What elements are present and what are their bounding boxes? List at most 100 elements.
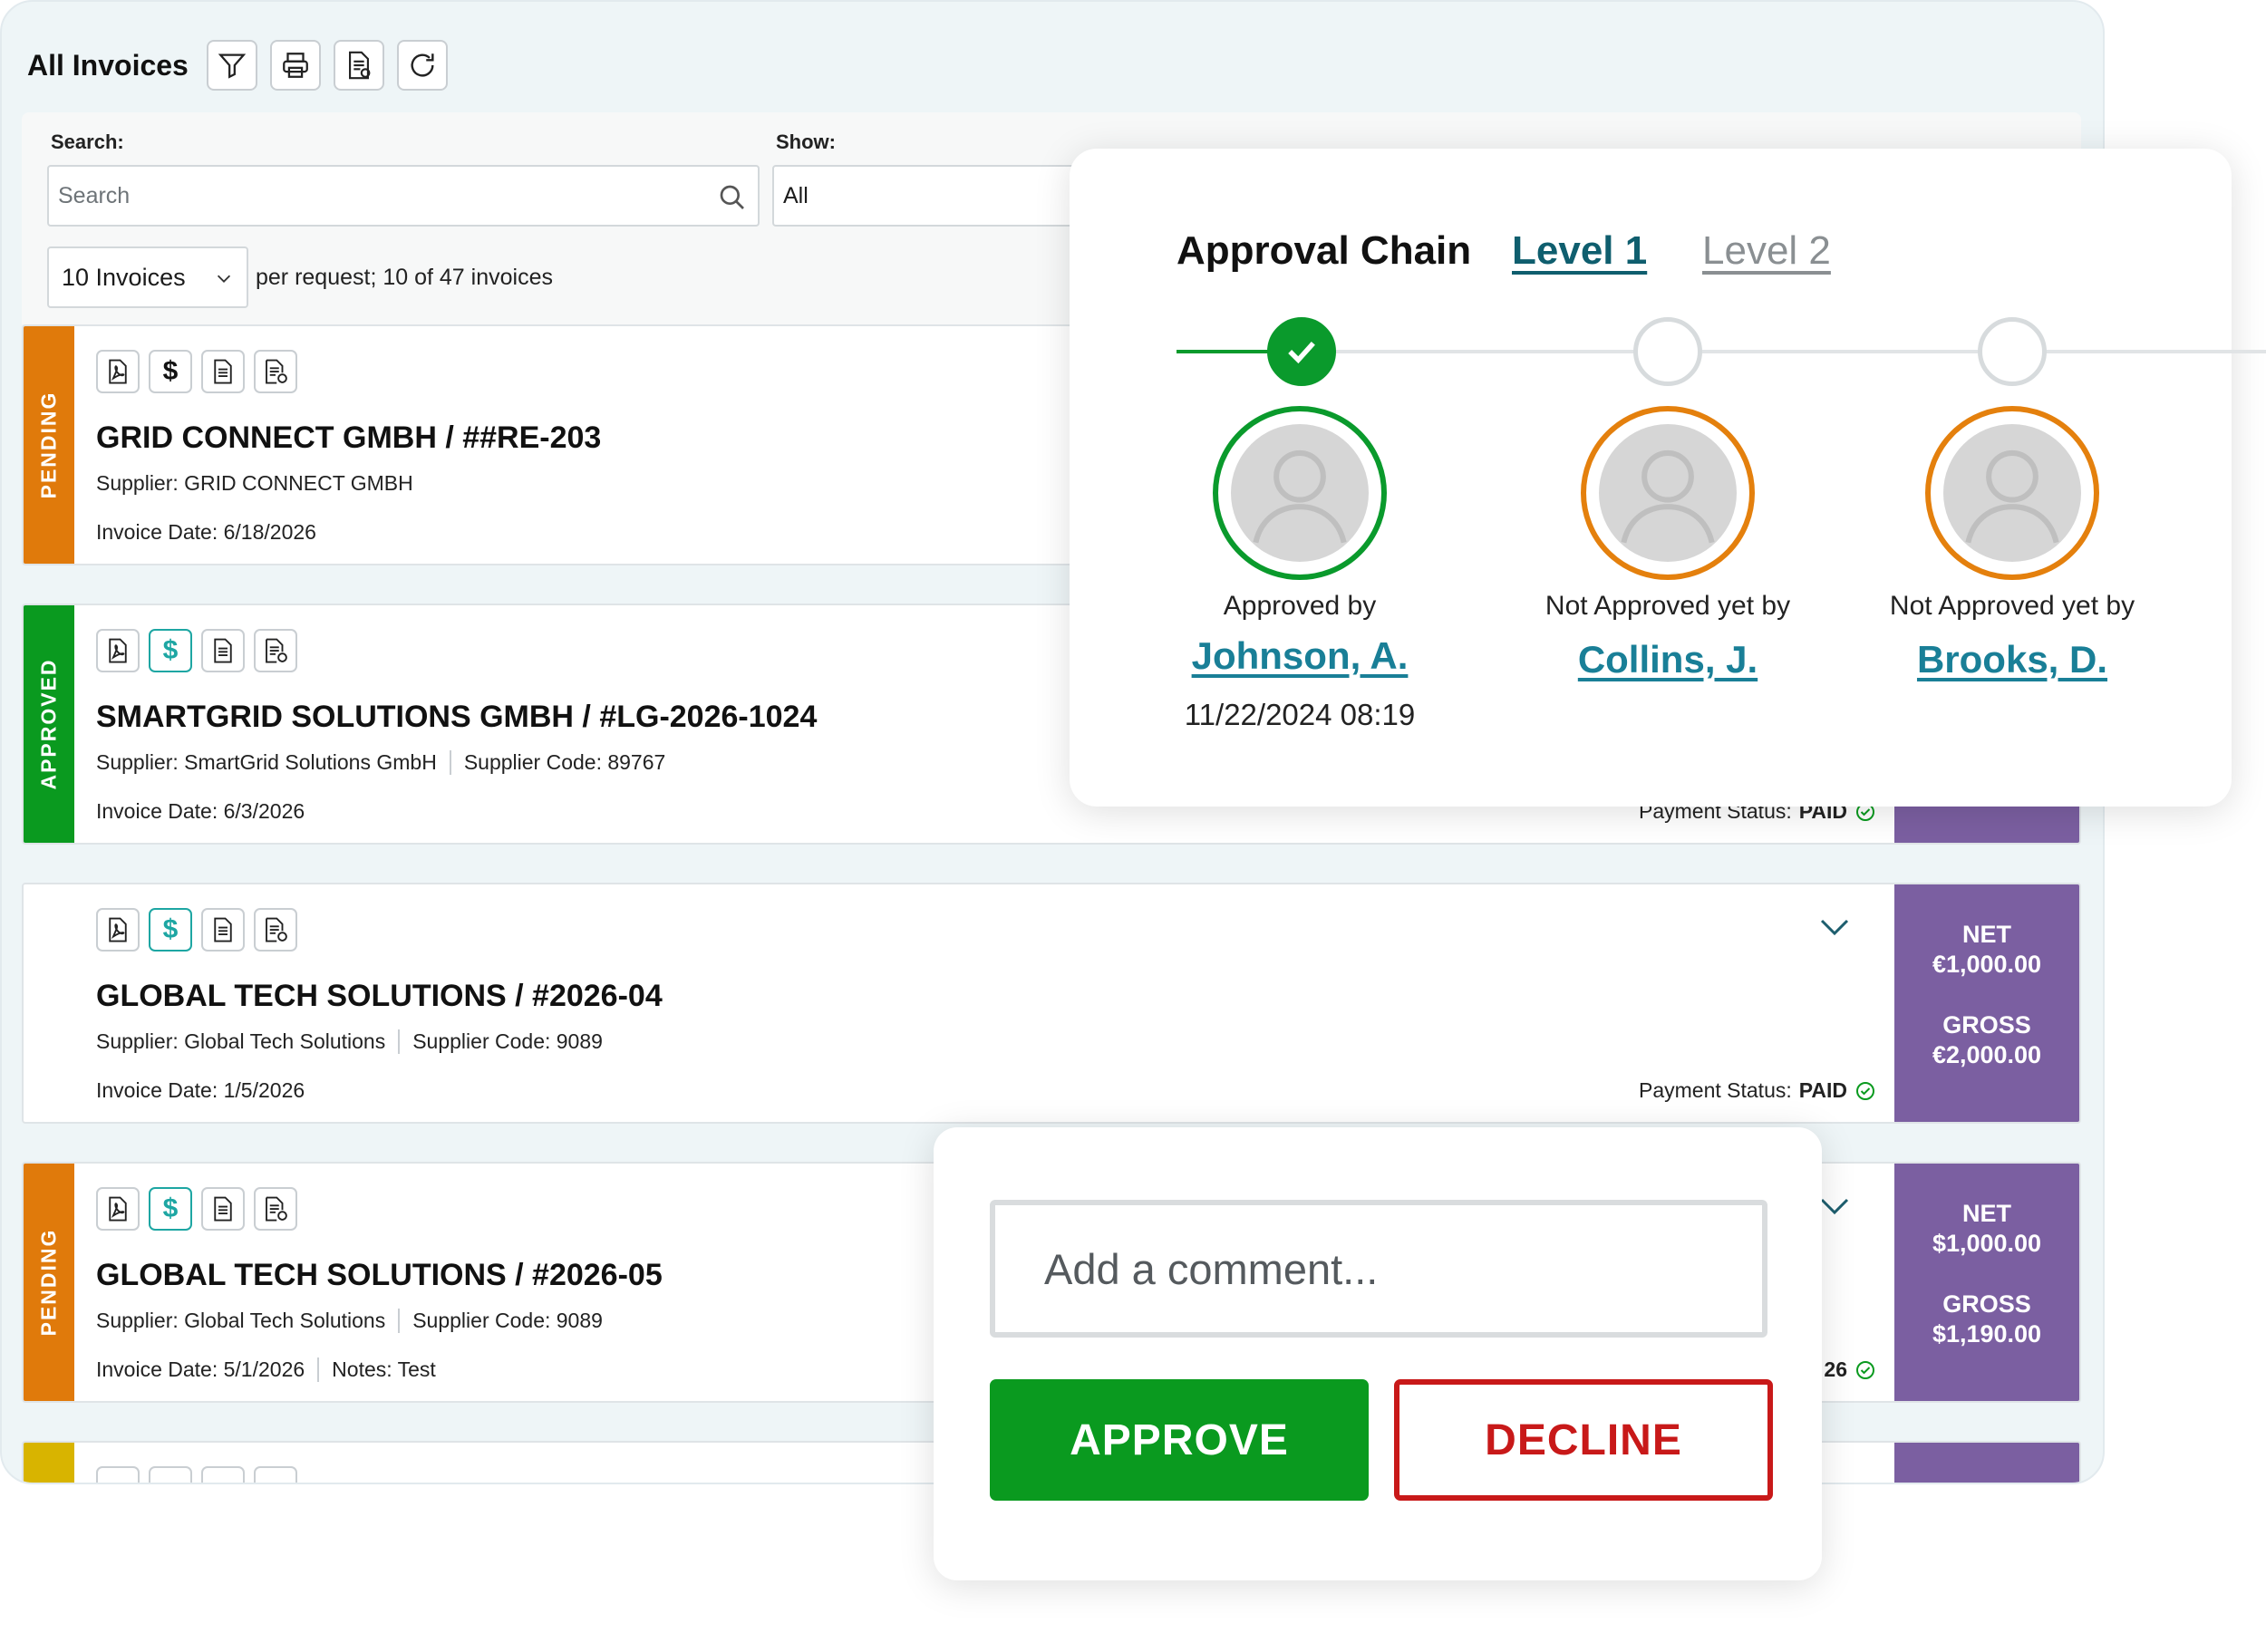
chevron-down-icon[interactable] — [1816, 915, 1853, 941]
user-avatar-icon — [1231, 424, 1369, 562]
invoice-title[interactable]: GLOBAL TECH SOLUTIONS / #2026-04 — [96, 979, 663, 1014]
document-settings-button[interactable] — [254, 1466, 297, 1483]
pdf-button[interactable] — [96, 1466, 140, 1483]
payment-date-partial: 26 — [1824, 1357, 1847, 1381]
supplier-code: Supplier Code: 89767 — [463, 750, 666, 774]
pdf-button[interactable] — [96, 629, 140, 672]
pdf-button[interactable] — [96, 1187, 140, 1231]
approver-name[interactable]: Brooks, D. — [1849, 638, 2175, 681]
per-page-info: per request; 10 of 47 invoices — [256, 265, 553, 290]
search-placeholder: Search — [58, 182, 131, 208]
card-actions: $ — [96, 350, 297, 393]
show-value: All — [783, 182, 809, 208]
per-page-value: 10 Invoices — [62, 263, 186, 291]
payment-value: PAID — [1798, 1078, 1847, 1102]
supplier-code: Supplier Code: 9089 — [412, 1309, 603, 1332]
invoice-title[interactable]: GRID CONNECT GMBH / ##RE-203 — [96, 420, 601, 456]
divider — [398, 1029, 401, 1054]
invoice-date: Invoice Date: 6/18/2026 — [96, 520, 316, 544]
document-button[interactable] — [201, 1466, 245, 1483]
status-bar-pending: PENDING — [24, 326, 74, 564]
refresh-button[interactable] — [396, 40, 448, 91]
document-settings-button[interactable] — [254, 908, 297, 952]
pdf-button[interactable] — [96, 350, 140, 393]
dollar-icon: $ — [162, 1193, 179, 1223]
approver-name[interactable]: Collins, J. — [1505, 638, 1831, 681]
pdf-button[interactable] — [96, 908, 140, 952]
show-label: Show: — [776, 130, 836, 153]
status-bar-pending: PENDING — [24, 1164, 74, 1401]
payment-button[interactable]: $ — [149, 908, 192, 952]
comment-input[interactable]: Add a comment... — [990, 1200, 1767, 1338]
invoice-title[interactable]: GLOBAL TECH SOLUTIONS / #2026-05 — [96, 1258, 663, 1293]
step-dot-pending — [1633, 317, 1702, 386]
search-input[interactable]: Search — [47, 165, 760, 227]
supplier-name: Supplier: SmartGrid Solutions GmbH — [96, 750, 437, 774]
chevron-down-icon[interactable] — [1816, 1194, 1853, 1220]
status-bar-approved: APPROVED — [24, 605, 74, 843]
comment-placeholder: Add a comment... — [1044, 1244, 1379, 1293]
approve-button[interactable]: APPROVE — [990, 1379, 1369, 1501]
dollar-icon: $ — [162, 635, 179, 665]
document-settings-button[interactable] — [254, 629, 297, 672]
payment-button[interactable]: $ — [149, 629, 192, 672]
invoice-title[interactable]: SMARTGRID SOLUTIONS GMBH / #LG-2026-1024 — [96, 700, 817, 735]
divider — [398, 1309, 401, 1333]
net-label: NET — [1962, 921, 2011, 948]
payment-button[interactable]: $ — [149, 350, 192, 393]
invoice-date: Invoice Date: 5/1/2026 — [96, 1357, 305, 1381]
invoice-date-line: Invoice Date: 1/5/2026 — [96, 1078, 305, 1103]
gross-amount: $1,190.00 — [1932, 1320, 2042, 1348]
invoice-card[interactable]: $ GLOBAL TECH SOLUTIONS / #2026-04 Suppl… — [22, 883, 2081, 1124]
tab-level-2[interactable]: Level 2 — [1702, 228, 1831, 274]
invoice-date: Invoice Date: 6/3/2026 — [96, 799, 305, 823]
document-button[interactable] — [201, 629, 245, 672]
pdf-icon — [109, 917, 127, 942]
document-settings-button[interactable] — [254, 350, 297, 393]
per-page-select[interactable]: 10 Invoices — [47, 246, 248, 308]
print-button[interactable] — [269, 40, 321, 91]
avatar-approved — [1213, 406, 1387, 580]
net-amount: $1,000.00 — [1932, 1230, 2042, 1257]
tab-level-1[interactable]: Level 1 — [1512, 228, 1647, 274]
payment-status: Payment Status: PAID — [1639, 1078, 1876, 1103]
approver-name[interactable]: Johnson, A. — [1137, 634, 1463, 678]
step-dot-pending — [1978, 317, 2047, 386]
approval-date: 11/22/2024 08:19 — [1184, 698, 1416, 731]
divider — [317, 1357, 320, 1382]
status-badge: PENDING — [36, 1228, 61, 1337]
supplier-name: Supplier: GRID CONNECT GMBH — [96, 471, 413, 495]
document-button[interactable] — [201, 908, 245, 952]
invoice-date-line: Invoice Date: 6/18/2026 — [96, 520, 316, 545]
step-dot-done — [1267, 317, 1336, 386]
avatar-pending — [1581, 406, 1755, 580]
document-button[interactable] — [201, 350, 245, 393]
invoice-date-line: Invoice Date: 6/3/2026 — [96, 799, 305, 824]
amount-panel: NET €1,000.00 GROSS €2,000.00 — [1894, 884, 2079, 1122]
payment-status: 26 — [1824, 1357, 1876, 1382]
status-badge: PENDING — [36, 391, 61, 499]
filter-button[interactable] — [206, 40, 257, 91]
export-button[interactable] — [333, 40, 384, 91]
supplier-info: Supplier: Global Tech Solutions Supplier… — [96, 1029, 603, 1054]
supplier-info: Supplier: GRID CONNECT GMBH — [96, 471, 413, 496]
net-label: NET — [1962, 1200, 2011, 1227]
status-bar — [24, 1443, 74, 1483]
search-icon — [720, 185, 744, 209]
card-actions: $ — [96, 908, 297, 952]
decision-popup: Add a comment... APPROVE DECLINE — [934, 1127, 1822, 1580]
dollar-icon: $ — [162, 356, 179, 386]
approver-state: Not Approved yet by — [1545, 591, 1791, 621]
supplier-info: Supplier: SmartGrid Solutions GmbH Suppl… — [96, 750, 665, 775]
document-button[interactable] — [201, 1187, 245, 1231]
filter-icon — [218, 53, 247, 79]
payment-button[interactable]: $ — [149, 1187, 192, 1231]
invoice-notes: Notes: Test — [332, 1357, 436, 1381]
decline-button[interactable]: DECLINE — [1394, 1379, 1773, 1501]
check-circle-icon — [1856, 1360, 1874, 1379]
printer-icon — [282, 53, 308, 78]
pdf-icon — [109, 638, 127, 663]
supplier-info: Supplier: Global Tech Solutions Supplier… — [96, 1309, 603, 1333]
document-settings-button[interactable] — [254, 1187, 297, 1231]
payment-button[interactable] — [149, 1466, 192, 1483]
